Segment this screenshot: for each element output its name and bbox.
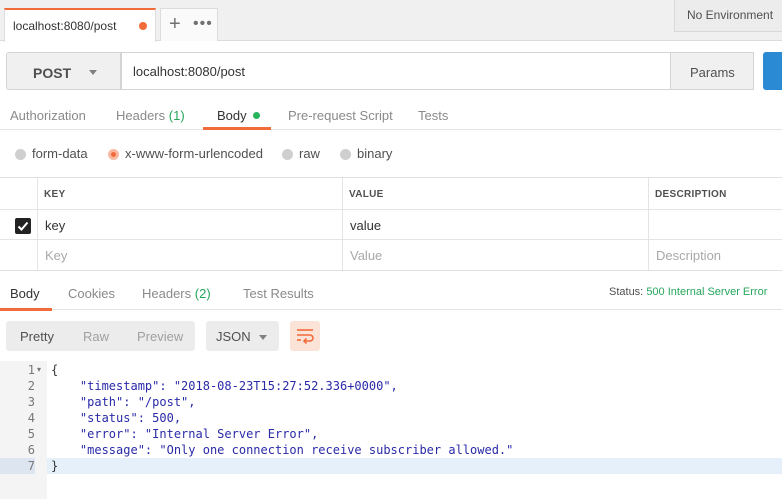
new-value-input[interactable]: Value [350, 248, 382, 263]
radio-icon [282, 149, 293, 160]
response-tabs: Body Cookies Headers (2) Test Results St… [0, 270, 782, 311]
response-tab-underline [0, 308, 52, 311]
radio-binary-label: binary [357, 146, 393, 161]
new-key-input[interactable]: Key [45, 248, 67, 263]
params-button[interactable]: Params [671, 52, 754, 90]
divider [342, 178, 343, 270]
body-active-dot-icon [252, 112, 260, 119]
language-label: JSON [216, 329, 251, 344]
active-tab-underline [203, 127, 271, 130]
status-value: 500 Internal Server Error [646, 286, 768, 298]
send-button[interactable] [763, 52, 782, 90]
line-number: 4 [27, 411, 35, 425]
line-number: 5 [27, 427, 35, 441]
code-line: } [51, 459, 59, 473]
radio-selected-icon [108, 149, 119, 160]
divider [0, 209, 782, 210]
params-label: Params [690, 65, 735, 80]
language-dropdown[interactable]: JSON [206, 321, 279, 351]
code-line: "message": "Only one connection receive … [51, 443, 514, 457]
tab-body-label: Body [217, 108, 247, 123]
radio-raw-label: raw [299, 146, 320, 161]
format-toggle: Pretty Raw Preview [6, 321, 195, 351]
fold-arrow-icon[interactable]: ▾ [37, 365, 41, 374]
new-tab-plus-icon[interactable]: + [169, 13, 181, 35]
status-badge: Status: 500 Internal Server Error [609, 286, 767, 298]
divider [37, 178, 38, 270]
wrap-lines-icon [297, 329, 314, 344]
checkmark-icon [17, 221, 29, 231]
radio-icon [15, 149, 26, 160]
response-tab-test-results[interactable]: Test Results [243, 286, 314, 301]
row-value-cell[interactable]: value [350, 218, 381, 233]
method-label: POST [33, 65, 72, 81]
chevron-down-icon [89, 70, 97, 75]
status-label: Status: [609, 286, 644, 298]
code-line: "path": "/post", [51, 395, 196, 409]
radio-icon [340, 149, 351, 160]
line-number: 2 [27, 379, 35, 393]
request-tab-title: localhost:8080/post [13, 19, 117, 33]
code-line: { [51, 363, 59, 377]
tab-actions: + ••• [160, 8, 218, 41]
kv-table: KEY VALUE DESCRIPTION key value Key Valu… [0, 177, 782, 270]
column-header-description: DESCRIPTION [655, 189, 727, 200]
tab-authorization[interactable]: Authorization [10, 108, 86, 123]
line-number: 1 [27, 363, 35, 377]
response-body-viewer[interactable]: 1 ▾ 2 3 4 5 6 7 { "timestamp": "2018-08-… [0, 361, 782, 499]
tab-headers[interactable]: Headers (1) [116, 108, 185, 123]
format-pretty-button[interactable]: Pretty [20, 329, 54, 344]
wrap-lines-button[interactable] [290, 321, 320, 351]
top-tab-bar: localhost:8080/post + ••• No Environment [0, 0, 782, 42]
column-header-key: KEY [44, 189, 66, 200]
format-raw-button[interactable]: Raw [83, 329, 109, 344]
environment-label: No Environment [687, 8, 774, 22]
method-dropdown[interactable]: POST [6, 52, 121, 90]
row-key-cell[interactable]: key [45, 218, 65, 233]
tab-tests-label: Tests [418, 108, 449, 123]
unsaved-dot-icon [139, 22, 147, 30]
response-tab-headers[interactable]: Headers (2) [142, 286, 211, 301]
column-header-value: VALUE [349, 189, 384, 200]
line-number: 3 [27, 395, 35, 409]
line-number: 7 [0, 458, 35, 474]
radio-form-data-label: form-data [32, 146, 88, 161]
tab-body[interactable]: Body [217, 108, 260, 123]
active-line-highlight [47, 458, 782, 474]
more-options-icon[interactable]: ••• [193, 13, 213, 35]
tab-pre-request-script[interactable]: Pre-request Script [288, 108, 393, 123]
url-input[interactable]: localhost:8080/post [121, 52, 671, 90]
format-preview-button[interactable]: Preview [137, 329, 183, 344]
new-description-input[interactable]: Description [656, 248, 721, 263]
request-tabs: Authorization Headers (1) Body Pre-reque… [0, 100, 782, 130]
line-number: 6 [27, 443, 35, 457]
tab-pre-request-label: Pre-request Script [288, 108, 393, 123]
tab-headers-label: Headers [116, 108, 166, 123]
response-tab-body[interactable]: Body [10, 286, 40, 301]
tab-authorization-label: Authorization [10, 108, 86, 123]
url-value: localhost:8080/post [133, 64, 246, 79]
tab-tests[interactable]: Tests [418, 108, 448, 123]
environment-selector[interactable]: No Environment [674, 0, 782, 32]
code-line: "status": 500, [51, 411, 182, 425]
row-enabled-checkbox[interactable] [15, 218, 31, 234]
tab-headers-count: (1) [168, 108, 185, 123]
response-tab-headers-count: (2) [194, 286, 211, 301]
code-line: "timestamp": "2018-08-23T15:27:52.336+00… [51, 379, 398, 393]
divider [648, 178, 649, 270]
code-line: "error": "Internal Server Error", [51, 427, 319, 441]
request-tab[interactable]: localhost:8080/post [4, 8, 156, 42]
response-tab-cookies[interactable]: Cookies [68, 286, 115, 301]
chevron-down-icon [259, 335, 267, 340]
radio-urlencoded-label: x-www-form-urlencoded [125, 146, 263, 161]
divider [0, 239, 782, 240]
response-tab-headers-label: Headers [142, 286, 192, 301]
